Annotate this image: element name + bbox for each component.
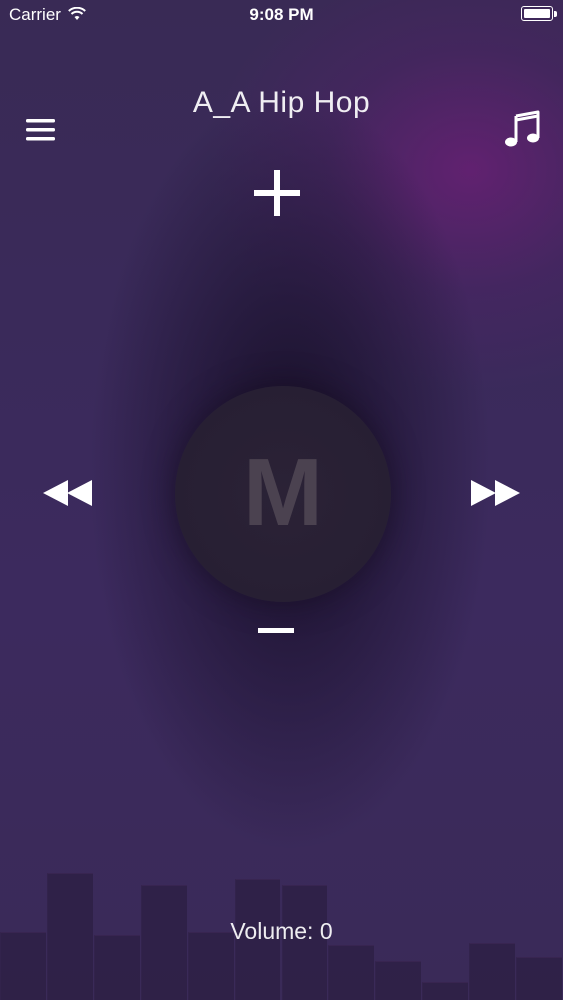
remove-station-button[interactable]: [252, 615, 300, 645]
equalizer-bar: [516, 957, 562, 1000]
rewind-icon: [43, 480, 92, 506]
menu-button[interactable]: [24, 116, 58, 144]
equalizer-bar: [328, 945, 375, 1000]
volume-label: Volume: 0: [230, 918, 333, 944]
plus-icon: [254, 170, 300, 216]
station-logo[interactable]: M: [175, 386, 391, 602]
music-library-button[interactable]: [503, 110, 541, 150]
music-note-icon: [505, 110, 540, 147]
station-logo-letter: M: [243, 439, 323, 546]
status-time: 9:08 PM: [249, 5, 314, 24]
equalizer-bar: [375, 961, 422, 1000]
status-bar: Carrier 9:08 PM: [0, 0, 563, 30]
equalizer-bar: [422, 982, 469, 1000]
minus-icon: [258, 628, 294, 633]
fast-forward-icon: [471, 480, 520, 506]
equalizer-bar: [469, 943, 516, 1000]
station-title: A_A Hip Hop: [192, 86, 371, 119]
player-screen: Carrier 9:08 PM A_A Hip Hop M Volume: 0: [0, 0, 563, 1000]
previous-button[interactable]: [40, 476, 98, 510]
hamburger-menu-icon: [26, 119, 55, 141]
battery-icon: [521, 6, 557, 21]
add-station-button[interactable]: [248, 164, 306, 222]
next-button[interactable]: [466, 476, 524, 510]
